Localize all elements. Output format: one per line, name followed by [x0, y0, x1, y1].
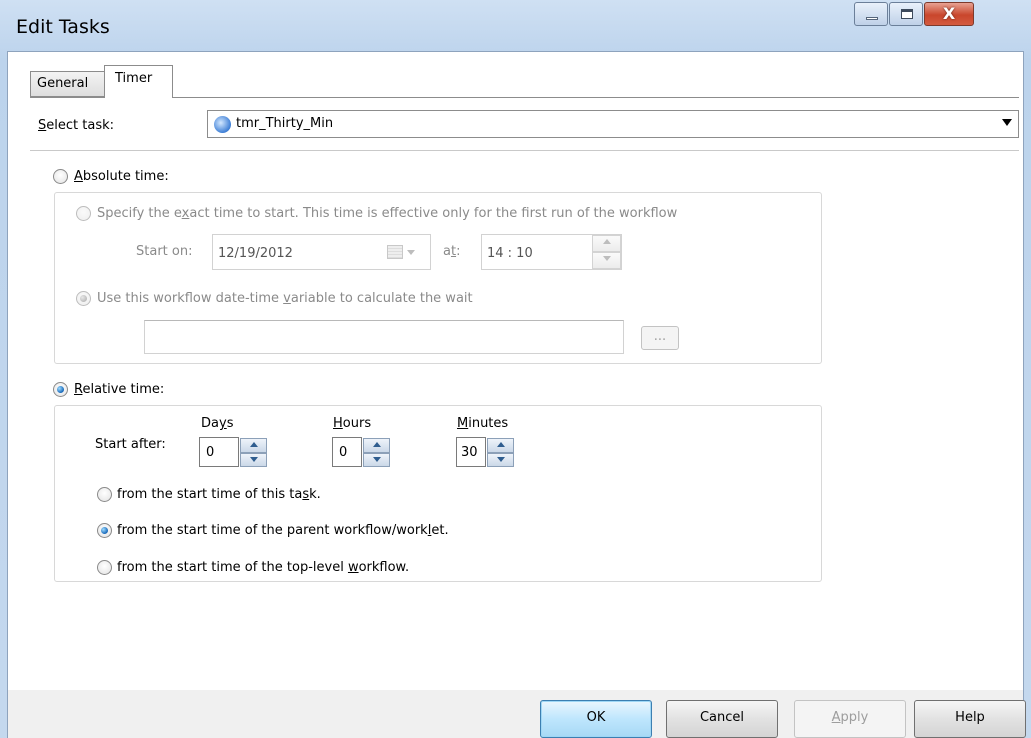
- hours-spinner[interactable]: [363, 438, 390, 467]
- spin-down-button[interactable]: [240, 452, 267, 467]
- minimize-button[interactable]: [854, 2, 888, 26]
- from-parent-start-radio[interactable]: [97, 523, 112, 538]
- absolute-time-radio[interactable]: [53, 169, 68, 184]
- spin-down-button[interactable]: [487, 452, 514, 467]
- at-label: at:: [443, 244, 461, 259]
- hours-label: Hours: [333, 416, 372, 431]
- days-spinner[interactable]: [240, 438, 267, 467]
- cancel-button[interactable]: Cancel: [666, 700, 778, 738]
- from-task-start-label: from the start time of this task.: [117, 487, 321, 502]
- maximize-button[interactable]: [889, 2, 923, 26]
- select-task-dropdown[interactable]: tmr_Thirty_Min: [207, 110, 1019, 138]
- hours-input[interactable]: 0: [332, 437, 362, 467]
- exact-time-radio[interactable]: [76, 206, 91, 221]
- chevron-down-icon: [1002, 119, 1012, 126]
- close-button[interactable]: X: [924, 2, 974, 26]
- start-date-value: 12/19/2012: [218, 246, 293, 261]
- help-button[interactable]: Help: [914, 700, 1026, 738]
- timer-task-icon: [214, 116, 231, 133]
- days-input[interactable]: 0: [199, 437, 239, 467]
- absolute-time-label: Absolute time:: [74, 169, 169, 184]
- tab-timer[interactable]: Timer: [104, 65, 173, 98]
- from-task-start-radio[interactable]: [97, 487, 112, 502]
- start-on-label: Start on:: [136, 244, 193, 259]
- dialog-window: Edit Tasks X General Timer Select task: …: [0, 0, 1031, 738]
- minutes-label: Minutes: [457, 416, 509, 431]
- start-time-spinner[interactable]: [592, 235, 621, 269]
- spin-up-button[interactable]: [363, 438, 390, 453]
- start-time-value: 14 : 10: [487, 246, 533, 261]
- select-task-value: tmr_Thirty_Min: [236, 116, 334, 131]
- relative-time-radio[interactable]: [53, 382, 68, 397]
- hours-value: 0: [339, 445, 348, 460]
- minutes-spinner[interactable]: [487, 438, 514, 467]
- dialog-client-area: [7, 51, 1024, 691]
- minutes-value: 30: [461, 445, 478, 460]
- spin-down-button[interactable]: [592, 252, 621, 269]
- exact-time-label: Specify the exact time to start. This ti…: [97, 206, 678, 221]
- tab-panel-border: [30, 97, 1019, 98]
- separator: [30, 150, 1019, 151]
- days-value: 0: [206, 445, 215, 460]
- select-task-label: Select task:: [38, 118, 114, 133]
- tab-general[interactable]: General: [30, 71, 105, 97]
- close-icon: X: [942, 4, 956, 23]
- date-variable-radio[interactable]: [76, 291, 91, 306]
- spin-down-button[interactable]: [363, 452, 390, 467]
- from-top-level-start-label: from the start time of the top-level wor…: [117, 560, 410, 575]
- calendar-icon: [387, 245, 403, 259]
- from-parent-start-label: from the start time of the parent workfl…: [117, 523, 449, 538]
- from-top-level-start-radio[interactable]: [97, 560, 112, 575]
- chevron-down-icon: [407, 250, 415, 255]
- ok-button[interactable]: OK: [540, 700, 652, 738]
- spin-up-button[interactable]: [487, 438, 514, 453]
- date-variable-field[interactable]: [144, 320, 624, 354]
- minimize-icon: [866, 17, 878, 20]
- minutes-input[interactable]: 30: [456, 437, 486, 467]
- days-label: Days: [201, 416, 234, 431]
- apply-button[interactable]: Apply: [794, 700, 906, 738]
- start-date-field[interactable]: 12/19/2012: [212, 234, 431, 270]
- spin-up-button[interactable]: [592, 235, 621, 252]
- date-variable-label: Use this workflow date-time variable to …: [97, 291, 473, 306]
- window-title: Edit Tasks: [16, 16, 110, 38]
- spin-up-button[interactable]: [240, 438, 267, 453]
- browse-variable-button[interactable]: ...: [641, 326, 679, 350]
- start-after-label: Start after:: [95, 437, 166, 452]
- relative-time-label: Relative time:: [74, 382, 165, 397]
- maximize-icon: [901, 9, 913, 19]
